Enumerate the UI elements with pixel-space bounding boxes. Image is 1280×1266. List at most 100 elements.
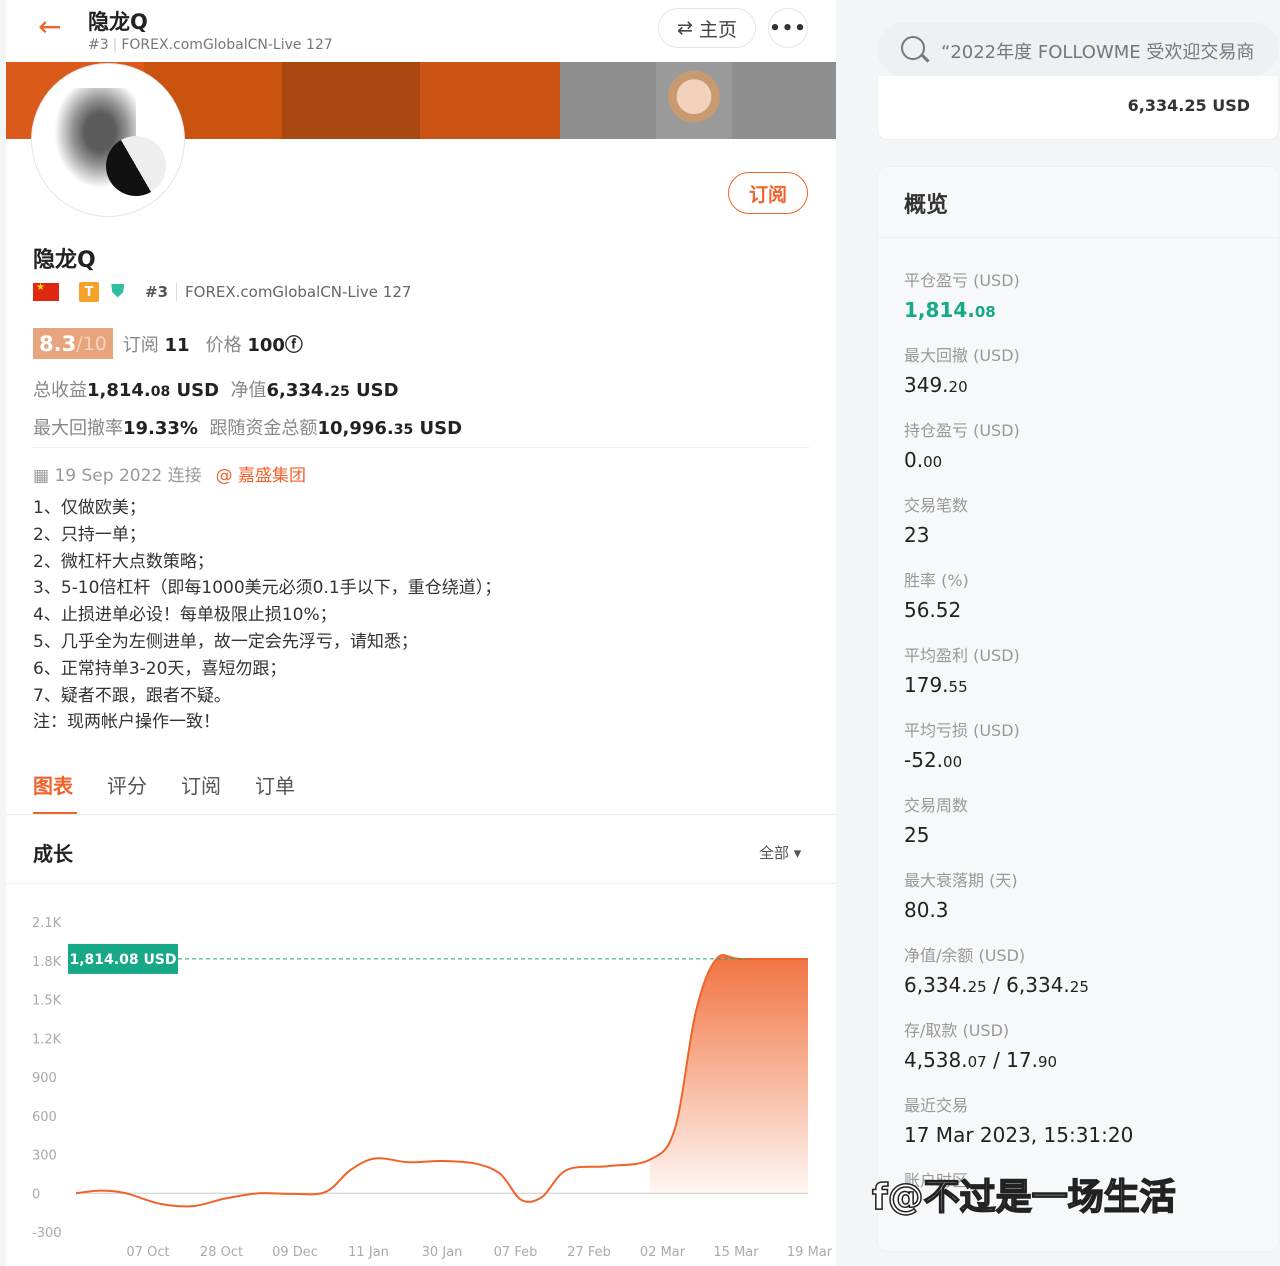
y-tick-label: -300	[32, 1226, 62, 1241]
divider	[33, 447, 809, 448]
x-tick-label: 15 Mar	[713, 1245, 759, 1260]
current-value-label: 1,814.08 USD	[69, 952, 176, 968]
equity-decimals: 25	[330, 384, 350, 400]
total-value: 1,814.	[87, 380, 151, 401]
y-tick-label: 600	[32, 1110, 57, 1125]
drawdown-label: 最大回撤率	[33, 418, 123, 439]
y-tick-label: 2.1K	[32, 916, 62, 931]
overview-label: 存/取款 (USD)	[904, 1021, 1010, 1040]
search-icon	[901, 36, 925, 60]
header-title: 隐龙Q	[88, 10, 148, 34]
more-button[interactable]: •••	[768, 8, 808, 48]
desc-line: 2、微杠杆大点数策略；	[33, 551, 214, 572]
main-panel: ← 隐龙Q #3 | FOREX.comGlobalCN-Live 127 ⇄ 主页 …	[6, 0, 836, 1266]
y-tick-label: 300	[32, 1149, 57, 1164]
profile-badges: T ⛊ #3 FOREX.comGlobalCN-Live 127	[33, 280, 411, 304]
home-button[interactable]: ⇄ 主页	[658, 8, 756, 48]
overview-label: 最近交易	[904, 1096, 969, 1115]
overview-item: 最大回撤 (USD) 349.20	[904, 342, 1020, 397]
x-tick-label: 09 Dec	[272, 1245, 318, 1260]
trader-badge-icon: T	[79, 282, 99, 302]
overview-label: 净值/余额 (USD)	[904, 946, 1026, 965]
overview-label: 平均盈利 (USD)	[904, 646, 1020, 665]
range-dropdown[interactable]: 全部 ▾	[759, 842, 801, 863]
overview-item: 平仓盈亏 (USD) 1,814.08	[904, 267, 1020, 322]
score-row: 8.3/10 订阅 11 价格 100ⓕ	[33, 328, 303, 359]
overview-item: 存/取款 (USD) 4,538.07 / 17.90	[904, 1017, 1057, 1072]
avatar[interactable]	[32, 64, 184, 216]
home-label: 主页	[698, 18, 737, 41]
follow-label: 跟随资金总额	[209, 418, 318, 439]
desc-line: 4、止损进单必设！每单极限止损10%；	[33, 605, 337, 626]
y-tick-label: 1.8K	[32, 955, 62, 970]
overview-value: 179.55	[904, 673, 968, 697]
tab-subscribe[interactable]: 订阅	[181, 770, 221, 799]
overview-label: 平仓盈亏 (USD)	[904, 271, 1020, 290]
switch-icon: ⇄	[677, 17, 693, 39]
overview-title: 概览	[904, 193, 949, 218]
overview-item: 交易周数 25	[904, 792, 968, 847]
overview-item: 净值/余额 (USD) 6,334.25 / 6,334.25	[904, 942, 1089, 997]
y-tick-label: 1.5K	[32, 994, 62, 1009]
org-link[interactable]: @ 嘉盛集团	[216, 461, 306, 486]
overview-value: 0.00	[904, 448, 943, 472]
tab-bar: 图表 评分 订阅 订单	[33, 770, 295, 799]
score-badge: 8.3/10	[33, 328, 113, 359]
search-bar[interactable]: “2022年度 FOLLOWME 受欢迎交易商	[877, 22, 1279, 76]
profile-rank[interactable]: #3	[145, 283, 168, 301]
overview-item: 最大衰落期 (天) 80.3	[904, 867, 1018, 922]
overview-item: 胜率 (%) 56.52	[904, 567, 969, 622]
search-input[interactable]: “2022年度 FOLLOWME 受欢迎交易商	[941, 38, 1275, 64]
x-tick-label: 30 Jan	[422, 1245, 463, 1260]
overview-label: 最大衰落期 (天)	[904, 871, 1018, 890]
total-unit: USD	[170, 380, 220, 401]
subscribe-button[interactable]: 订阅	[728, 172, 808, 214]
tab-chart[interactable]: 图表	[33, 770, 73, 799]
overview-label: 平均亏损 (USD)	[904, 721, 1020, 740]
overview-value: -52.00	[904, 748, 963, 772]
x-tick-label: 27 Feb	[567, 1245, 611, 1260]
total-label: 总收益	[33, 380, 87, 401]
header-rank: #3	[88, 37, 109, 53]
summary-card: 6,334.25 USD	[877, 76, 1279, 140]
tab-rating[interactable]: 评分	[107, 770, 147, 799]
price-value: 100	[247, 334, 285, 356]
overview-item: 最近交易 17 Mar 2023, 15:31:20	[904, 1092, 1133, 1147]
watermark: f@不过是一场生活	[871, 1176, 1176, 1219]
overview-label: 交易周数	[904, 796, 969, 815]
follow-decimals: 35	[393, 422, 414, 438]
x-tick-label: 07 Oct	[126, 1245, 169, 1260]
desc-line: 6、正常持单3-20天，喜短勿跟；	[33, 658, 287, 679]
desc-line: 5、几乎全为左侧进单，故一定会先浮亏，请知悉；	[33, 631, 418, 652]
back-arrow-icon[interactable]: ←	[38, 12, 68, 42]
overview-value: 56.52	[904, 598, 962, 622]
desc-line: 7、疑者不跟，跟者不疑。	[33, 685, 231, 706]
x-tick-label: 28 Oct	[200, 1245, 243, 1260]
y-tick-label: 0	[32, 1187, 40, 1202]
desc-line: 1、仅做欧美；	[33, 498, 146, 518]
price-label: 价格	[205, 334, 242, 356]
header-subtitle: #3 | FOREX.comGlobalCN-Live 127	[88, 37, 333, 53]
header-server: FOREX.comGlobalCN-Live 127	[121, 37, 333, 53]
drawdown-row: 最大回撤率19.33% 跟随资金总额10,996.35 USD	[33, 414, 462, 440]
summary-value: 6,334.25 USD	[1127, 96, 1250, 115]
overview-item: 平均亏损 (USD) -52.00	[904, 717, 1020, 772]
x-tick-label: 19 Mar	[787, 1245, 833, 1260]
overview-value: 25	[904, 823, 930, 847]
overview-panel: 概览 平仓盈亏 (USD) 1,814.08 最大回撤 (USD) 349.20 持仓盈…	[877, 166, 1279, 1252]
follow-value: 10,996.	[317, 418, 394, 439]
calendar-icon: ▦	[33, 466, 50, 486]
tab-orders[interactable]: 订单	[255, 770, 295, 799]
income-row: 总收益1,814.08 USD 净值6,334.25 USD	[33, 376, 399, 402]
equity-value: 6,334.	[266, 380, 331, 401]
subs-value: 11	[164, 334, 190, 356]
total-decimals: 08	[150, 384, 171, 400]
overview-item: 持仓盈亏 (USD) 0.00	[904, 417, 1020, 472]
x-tick-label: 02 Mar	[640, 1245, 686, 1260]
follow-unit: USD	[413, 418, 463, 439]
overview-value: 80.3	[904, 898, 949, 922]
growth-chart: 2.1K 1.8K 1.5K 1.2K 900 600 300 0 -300 07 Oct 28 …	[32, 916, 833, 1260]
overview-value: 1,814.08	[904, 298, 996, 322]
y-tick-label: 1.2K	[32, 1032, 62, 1047]
overview-value: 6,334.25 / 6,334.25	[904, 973, 1089, 997]
